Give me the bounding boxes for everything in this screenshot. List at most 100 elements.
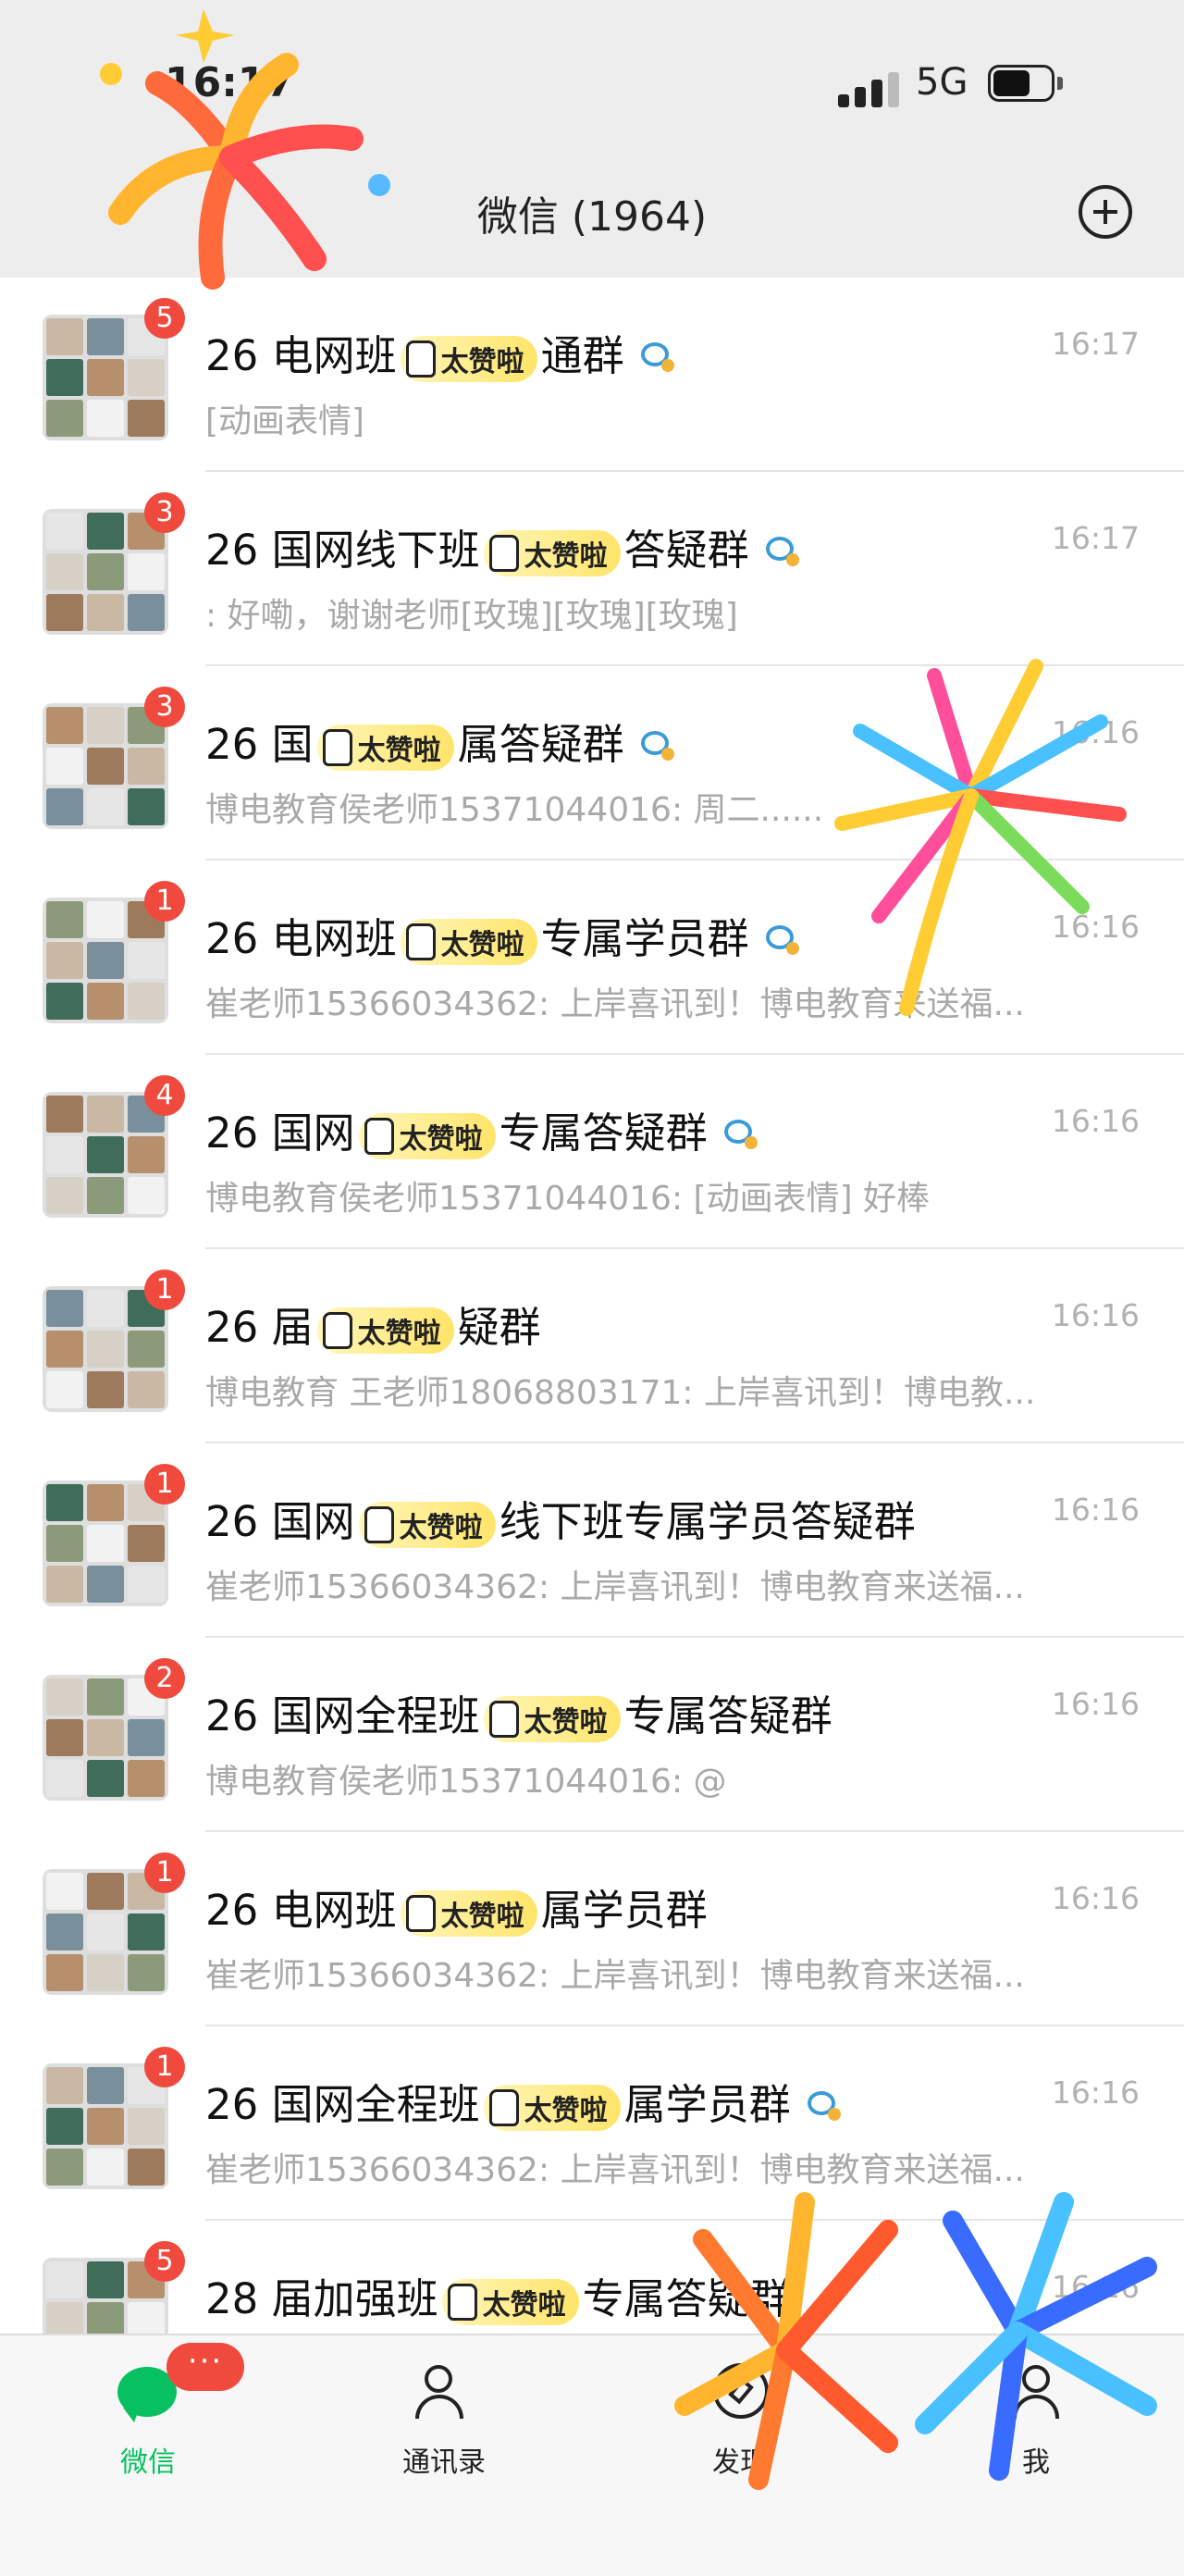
status-bar: 16:17 5G: [0, 0, 1184, 176]
tab-discover[interactable]: 发现: [648, 2363, 832, 2480]
chat-row[interactable]: 3 26 国网线下班 太赞啦 答疑群 16:17: 好嘞，谢谢老师[玫瑰][玫瑰][玫瑰…: [0, 472, 1184, 666]
unread-badge: 5: [144, 2241, 185, 2282]
chat-title-start: 26 国网线下班: [205, 526, 480, 575]
group-avatar[interactable]: [43, 898, 168, 1023]
tab-me[interactable]: 我: [944, 2363, 1128, 2480]
chat-title-start: 26 届: [205, 1303, 314, 1352]
tab-weixin[interactable]: ··· 微信: [56, 2343, 244, 2480]
chat-time: 16:16: [1051, 714, 1140, 750]
sticker-text: 太赞啦: [524, 2095, 608, 2127]
network-type: 5G: [916, 61, 968, 104]
great-sticker-overlay: 太赞啦: [400, 336, 537, 382]
group-avatar[interactable]: [43, 1092, 168, 1218]
signal-icon: [838, 67, 903, 107]
chat-title-end: 专属学员群: [540, 914, 749, 963]
chat-title: 26 电网班 太赞啦 通群: [205, 322, 678, 382]
unread-badge: 1: [144, 1464, 185, 1505]
chat-row[interactable]: 5 28 届加强班 太赞啦 专属答疑群 16:16: [0, 2221, 1184, 2334]
chat-title-end: 属学员群: [540, 1886, 708, 1935]
chat-row[interactable]: 1 26 国网 太赞啦 线下班专属学员答疑群 16:16 崔老师15366034362: …: [0, 1443, 1184, 1638]
thumbs-up-icon: [364, 1506, 394, 1543]
chat-time: 16:16: [1051, 1686, 1140, 1722]
chat-list[interactable]: 5 26 电网班 太赞啦 通群 16:17 [动画表情] 3 26 国网线下班 太赞啦 答疑群 16…: [0, 278, 1184, 2334]
group-chat-icon: [723, 1120, 761, 1153]
nav-bar: 微信 (1964): [0, 176, 1184, 268]
chat-preview: 崔老师15366034362: 上岸喜讯到！博电教育来送福...: [205, 1957, 1025, 1995]
chat-title-start: 26 电网班: [205, 1886, 397, 1935]
thumbs-up-icon: [405, 1895, 436, 1932]
chat-title-end: 答疑群: [623, 526, 749, 575]
group-avatar[interactable]: [43, 1480, 168, 1606]
chat-title: 26 电网班 太赞啦 属学员群: [205, 1876, 708, 1937]
sticker-text: 太赞啦: [399, 1512, 483, 1544]
chat-title: 26 届 太赞啦 疑群: [205, 1294, 541, 1354]
chat-time: 16:17: [1051, 520, 1140, 556]
chat-row[interactable]: 1 26 届 太赞啦 疑群 16:16 博电教育 王老师18068803171: 上岸喜讯…: [0, 1249, 1184, 1443]
chat-preview: 崔老师15366034362: 上岸喜讯到！博电教育来送福...: [205, 985, 1025, 1023]
chat-title-start: 26 国网全程班: [205, 2080, 480, 2129]
great-sticker-overlay: 太赞啦: [400, 919, 537, 965]
chat-title-start: 26 电网班: [205, 331, 397, 380]
great-sticker-overlay: 太赞啦: [483, 1696, 621, 1742]
sticker-text: 太赞啦: [357, 1318, 441, 1350]
chat-title: 26 国网全程班 太赞啦 专属答疑群: [205, 1682, 832, 1742]
group-chat-icon: [765, 537, 803, 570]
chat-title-start: 28 届加强班: [205, 2274, 438, 2323]
unread-badge: 2: [144, 1658, 185, 1699]
group-avatar[interactable]: [43, 1869, 168, 1995]
chat-title: 26 国网 太赞啦 专属答疑群: [205, 1099, 761, 1159]
chat-row[interactable]: 1 26 电网班 太赞啦 专属学员群 16:16 崔老师15366034362: 上岸喜讯…: [0, 861, 1184, 1055]
group-avatar[interactable]: [43, 2063, 168, 2189]
chat-row[interactable]: 4 26 国网 太赞啦 专属答疑群 16:16 博电教育侯老师15371044016: […: [0, 1055, 1184, 1249]
chat-time: 16:16: [1051, 2269, 1140, 2305]
sticker-text: 太赞啦: [440, 346, 524, 378]
tab-label-weixin: 微信: [120, 2446, 176, 2479]
sticker-text: 太赞啦: [357, 735, 441, 767]
tab-label-discover: 发现: [712, 2446, 768, 2479]
thumbs-up-icon: [322, 729, 352, 766]
thumbs-up-icon: [364, 1118, 394, 1155]
great-sticker-overlay: 太赞啦: [316, 724, 454, 771]
great-sticker-overlay: 太赞啦: [358, 1113, 496, 1159]
chat-time: 16:16: [1051, 909, 1140, 945]
chat-time: 16:16: [1051, 1103, 1140, 1139]
group-avatar[interactable]: [43, 703, 168, 829]
chat-row[interactable]: 1 26 国网全程班 太赞啦 属学员群 16:16 崔老师15366034362: 上岸喜…: [0, 2026, 1184, 2221]
sticker-text: 太赞啦: [482, 2289, 566, 2322]
group-chat-icon: [765, 925, 803, 959]
chat-row[interactable]: 2 26 国网全程班 太赞啦 专属答疑群 16:16 博电教育侯老师15371044016…: [0, 1638, 1184, 1832]
chat-title-start: 26 国网全程班: [205, 1691, 480, 1740]
great-sticker-overlay: 太赞啦: [400, 1890, 537, 1937]
group-avatar[interactable]: [43, 1675, 168, 1801]
chat-title: 26 国网线下班 太赞啦 答疑群: [205, 516, 803, 576]
chat-row[interactable]: 5 26 电网班 太赞啦 通群 16:17 [动画表情]: [0, 278, 1184, 472]
add-plus-icon[interactable]: [1079, 185, 1132, 239]
sticker-text: 太赞啦: [399, 1123, 483, 1156]
tab-contacts[interactable]: 通讯录: [352, 2363, 536, 2480]
chat-row[interactable]: 3 26 国 太赞啦 属答疑群 16:16 博电教育侯老师15371044016: 周二.…: [0, 666, 1184, 861]
chat-title: 26 电网班 太赞啦 专属学员群: [205, 905, 803, 965]
chat-title-end: 属答疑群: [457, 720, 624, 769]
battery-icon: [988, 65, 1066, 105]
great-sticker-overlay: 太赞啦: [483, 530, 621, 576]
chat-preview: 博电教育侯老师15371044016: 周二......: [205, 791, 824, 829]
chat-title-end: 通群: [540, 331, 624, 380]
unread-badge: 1: [144, 881, 185, 922]
chat-preview: 崔老师15366034362: 上岸喜讯到！博电教育来送福...: [205, 1568, 1025, 1606]
chat-preview: : 好嘞，谢谢老师[玫瑰][玫瑰][玫瑰]: [205, 597, 738, 635]
chat-preview: 崔老师15366034362: 上岸喜讯到！博电教育来送福...: [205, 2151, 1025, 2189]
group-avatar[interactable]: [43, 1286, 168, 1412]
tab-weixin-badge: ···: [166, 2343, 244, 2391]
unread-badge: 5: [144, 298, 185, 339]
thumbs-up-icon: [488, 2089, 519, 2126]
chat-title-start: 26 电网班: [205, 914, 397, 963]
sticker-text: 太赞啦: [440, 929, 524, 961]
status-time: 16:17: [165, 59, 295, 106]
group-chat-icon: [640, 342, 678, 376]
bottom-tab-bar: ··· 微信 通讯录 发现 我: [0, 2334, 1184, 2576]
chat-row[interactable]: 1 26 电网班 太赞啦 属学员群 16:16 崔老师15366034362: 上岸喜讯到…: [0, 1832, 1184, 2026]
chat-time: 16:16: [1051, 1880, 1140, 1916]
group-avatar[interactable]: [43, 509, 168, 635]
group-avatar[interactable]: [43, 315, 168, 440]
unread-badge: 1: [144, 1852, 185, 1893]
